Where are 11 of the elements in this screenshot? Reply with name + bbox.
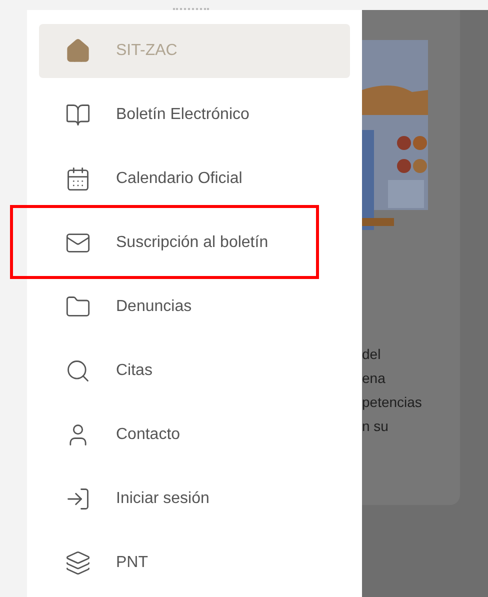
layers-icon xyxy=(64,550,90,576)
home-icon xyxy=(64,38,90,64)
body-text-fragment: n su xyxy=(362,417,390,436)
body-text-fragment: ena xyxy=(362,369,386,388)
calendar-icon xyxy=(64,166,90,192)
drag-handle xyxy=(173,8,209,11)
search-icon xyxy=(64,358,90,384)
sign-in-icon xyxy=(64,486,90,512)
book-icon xyxy=(64,102,90,128)
body-text-fragment: del xyxy=(362,345,382,364)
body-text-fragment: petencias xyxy=(362,393,423,412)
